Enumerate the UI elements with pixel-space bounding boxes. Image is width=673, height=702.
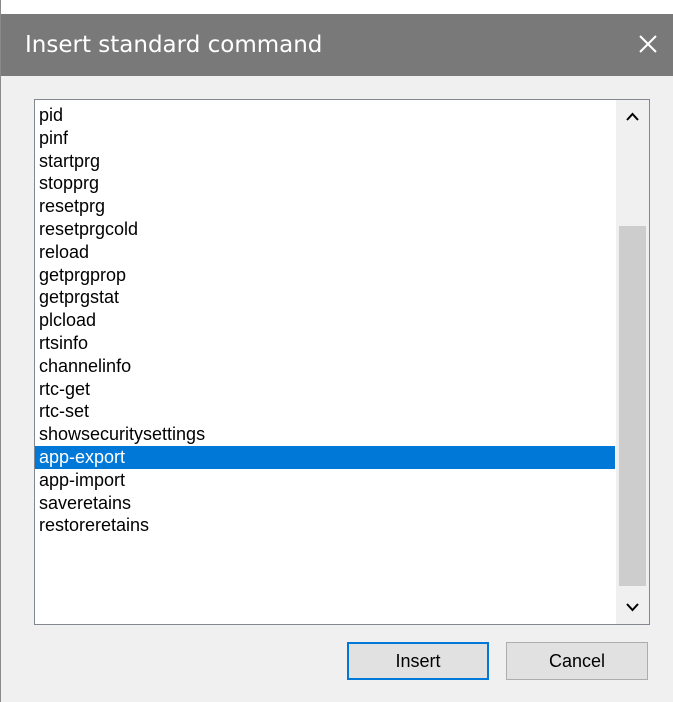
list-item[interactable]: app-export <box>35 445 615 469</box>
insert-command-dialog: Insert standard command pid pinf startprg s… <box>0 0 673 702</box>
list-item[interactable]: resetprgcold <box>35 218 615 241</box>
scroll-up-button[interactable] <box>616 100 649 134</box>
list-item[interactable]: pinf <box>35 127 615 150</box>
close-icon <box>639 35 657 53</box>
list-item[interactable]: plcload <box>35 309 615 332</box>
dialog-title: Insert standard command <box>25 32 323 58</box>
list-item[interactable]: pid <box>35 104 615 127</box>
scroll-down-button[interactable] <box>616 590 649 624</box>
vertical-scrollbar[interactable] <box>616 100 649 624</box>
list-item[interactable]: saveretains <box>35 492 615 515</box>
list-item[interactable]: stopprg <box>35 172 615 195</box>
chevron-down-icon <box>626 603 639 612</box>
insert-button[interactable]: Insert <box>347 642 489 680</box>
list-item[interactable]: getprgstat <box>35 286 615 309</box>
list-item[interactable]: restoreretains <box>35 514 615 537</box>
list-item[interactable]: rtsinfo <box>35 332 615 355</box>
chevron-up-icon <box>626 112 639 121</box>
list-item[interactable]: showsecuritysettings <box>35 423 615 446</box>
list-item[interactable]: resetprg <box>35 195 615 218</box>
list-item[interactable]: startprg <box>35 150 615 173</box>
command-listbox[interactable]: pid pinf startprg stopprg resetprg resetprgco… <box>34 99 650 625</box>
title-bar: Insert standard command <box>1 14 673 76</box>
list-item[interactable]: reload <box>35 241 615 264</box>
close-button[interactable] <box>630 26 666 62</box>
cancel-button[interactable]: Cancel <box>506 642 648 680</box>
list-item[interactable]: rtc-get <box>35 378 615 401</box>
command-list: pid pinf startprg stopprg resetprg resetprgco… <box>35 104 615 537</box>
list-item[interactable]: rtc-set <box>35 400 615 423</box>
list-item[interactable]: app-import <box>35 469 615 492</box>
scroll-thumb[interactable] <box>619 226 646 586</box>
list-item[interactable]: channelinfo <box>35 355 615 378</box>
top-strip <box>1 0 673 14</box>
list-item[interactable]: getprgprop <box>35 264 615 287</box>
